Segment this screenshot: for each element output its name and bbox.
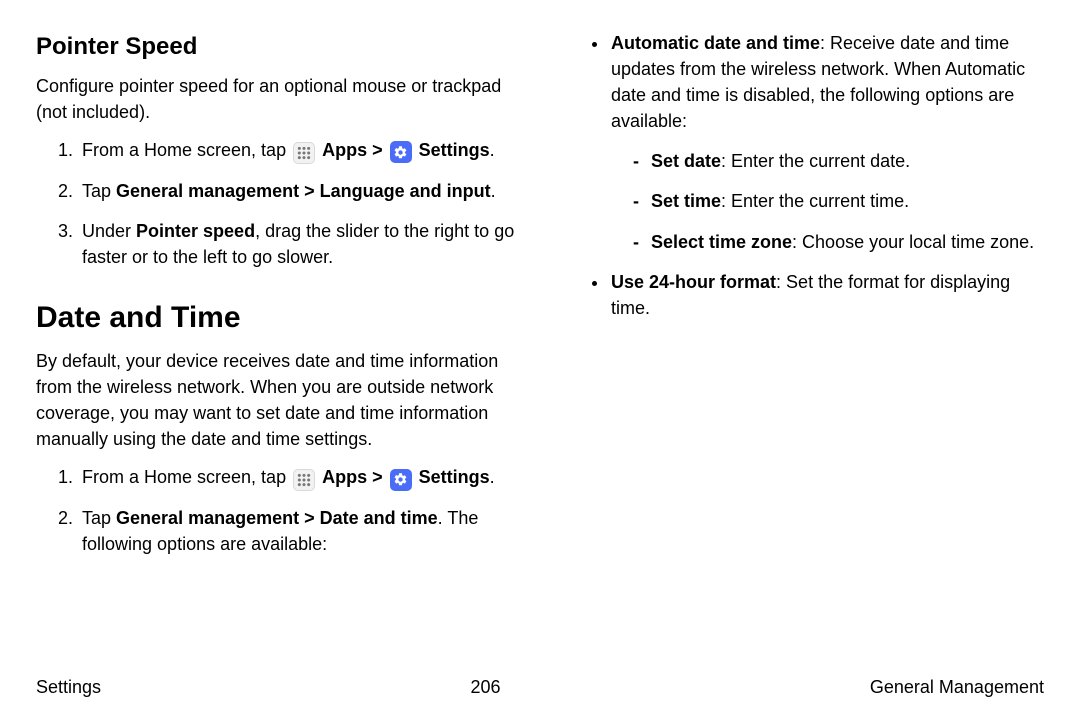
pointer-speed-desc: Configure pointer speed for an optional …: [36, 73, 515, 125]
bold: Automatic date and time: [611, 33, 820, 53]
bold: General management: [116, 181, 299, 201]
pointer-step-3: Under Pointer speed, drag the slider to …: [78, 218, 515, 270]
left-column: Pointer Speed Configure pointer speed fo…: [36, 30, 515, 660]
text: : Enter the current time.: [721, 191, 909, 211]
sub-set-time: Set time: Enter the current time.: [633, 188, 1044, 214]
apps-label: Apps: [322, 467, 367, 487]
bold: Set date: [651, 151, 721, 171]
text: : Choose your local time zone.: [792, 232, 1034, 252]
page-footer: Settings 206 General Management: [36, 674, 1044, 700]
apps-icon: [293, 142, 315, 164]
option-auto-datetime: Automatic date and time: Receive date an…: [609, 30, 1044, 255]
pointer-steps-list: From a Home screen, tap Apps > Settings.…: [36, 137, 515, 270]
pointer-step-2: Tap General management > Language and in…: [78, 178, 515, 204]
date-time-heading: Date and Time: [36, 296, 515, 340]
footer-page-number: 206: [470, 674, 500, 700]
datetime-step-1: From a Home screen, tap Apps > Settings.: [78, 464, 515, 491]
bold: Select time zone: [651, 232, 792, 252]
sub-set-date: Set date: Enter the current date.: [633, 148, 1044, 174]
period: .: [490, 467, 495, 487]
bold: Pointer speed: [136, 221, 255, 241]
text: Tap: [82, 508, 116, 528]
chevron: >: [299, 508, 320, 528]
settings-icon: [390, 141, 412, 163]
bold: Set time: [651, 191, 721, 211]
sub-timezone: Select time zone: Choose your local time…: [633, 229, 1044, 255]
text: Tap: [82, 181, 116, 201]
bold: Language and input: [320, 181, 491, 201]
apps-icon: [293, 469, 315, 491]
bold: General management: [116, 508, 299, 528]
text: From a Home screen, tap: [82, 140, 291, 160]
settings-icon: [390, 469, 412, 491]
period: .: [491, 181, 496, 201]
pointer-speed-heading: Pointer Speed: [36, 30, 515, 65]
date-time-desc: By default, your device receives date an…: [36, 348, 515, 452]
right-column: Automatic date and time: Receive date an…: [565, 30, 1044, 660]
sub-options-list: Set date: Enter the current date. Set ti…: [611, 148, 1044, 254]
pointer-step-1: From a Home screen, tap Apps > Settings.: [78, 137, 515, 164]
content-columns: Pointer Speed Configure pointer speed fo…: [36, 30, 1044, 660]
footer-right: General Management: [870, 674, 1044, 700]
chevron: >: [367, 140, 388, 160]
settings-label: Settings: [419, 467, 490, 487]
footer-left: Settings: [36, 674, 101, 700]
datetime-step-2: Tap General management > Date and time. …: [78, 505, 515, 557]
text: Under: [82, 221, 136, 241]
datetime-steps-list: From a Home screen, tap Apps > Settings.…: [36, 464, 515, 557]
settings-label: Settings: [419, 140, 490, 160]
options-list: Automatic date and time: Receive date an…: [565, 30, 1044, 321]
chevron: >: [367, 467, 388, 487]
bold: Use 24-hour format: [611, 272, 776, 292]
apps-label: Apps: [322, 140, 367, 160]
text: From a Home screen, tap: [82, 467, 291, 487]
bold: Date and time: [320, 508, 438, 528]
chevron: >: [299, 181, 320, 201]
option-24hour: Use 24-hour format: Set the format for d…: [609, 269, 1044, 321]
period: .: [490, 140, 495, 160]
text: : Enter the current date.: [721, 151, 910, 171]
